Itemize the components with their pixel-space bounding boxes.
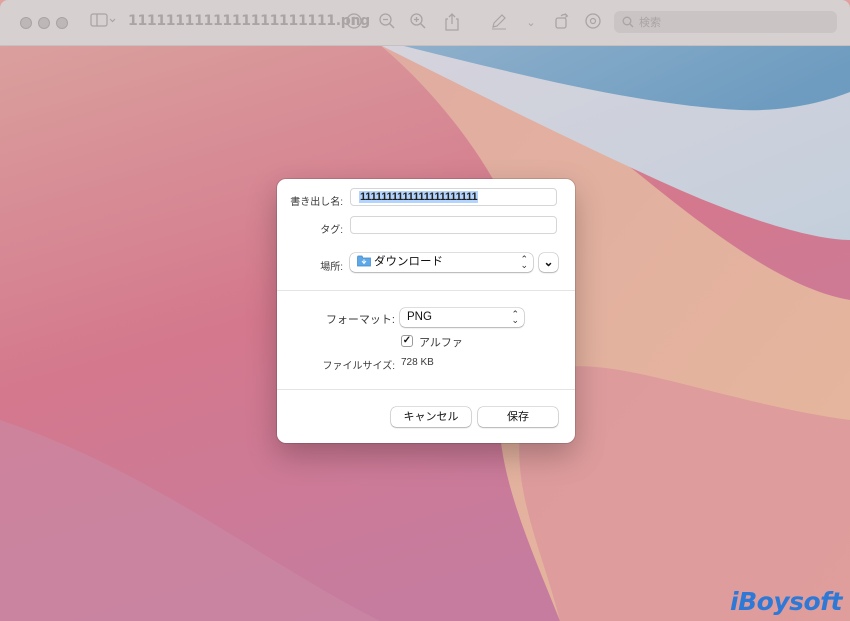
location-label: 場所: [320, 262, 343, 273]
location-value: ダウンロード [374, 256, 443, 268]
markup-dropdown-icon[interactable]: ⌄ [520, 12, 542, 34]
expand-dialog-button[interactable]: ⌄ [539, 253, 558, 272]
minimize-window-button[interactable] [38, 17, 50, 29]
zoom-in-icon[interactable] [407, 12, 429, 34]
divider-top [277, 290, 575, 291]
export-as-field[interactable]: 1111111111111111111111 [350, 188, 557, 206]
search-icon [622, 16, 634, 28]
export-dialog: 書き出し名: 1111111111111111111111 タグ: 場所: ダウ… [277, 179, 575, 443]
filesize-label: ファイルサイズ: [322, 361, 395, 372]
format-value: PNG [407, 311, 432, 323]
updown-chevron-icon: ⌃ ⌄ [511, 309, 519, 325]
preview-window: 1111111111111111111111.png ⌄ 検索 書き出し名: 1… [0, 0, 850, 621]
tags-label: タグ: [320, 225, 343, 236]
sidebar-toggle-icon[interactable] [88, 12, 118, 34]
title-bar: 1111111111111111111111.png ⌄ 検索 [0, 0, 850, 46]
export-as-label: 書き出し名: [290, 197, 343, 208]
export-as-value: 1111111111111111111111 [359, 191, 479, 203]
info-icon[interactable] [343, 12, 365, 34]
cancel-button[interactable]: キャンセル [391, 407, 471, 427]
search-placeholder: 検索 [639, 16, 661, 29]
format-popup[interactable]: PNG ⌃ ⌄ [400, 308, 524, 327]
markup-circle-icon[interactable] [582, 12, 604, 34]
location-popup[interactable]: ダウンロード ⌃ ⌄ [350, 253, 533, 272]
save-button[interactable]: 保存 [478, 407, 558, 427]
document-title: 1111111111111111111111.png [128, 13, 370, 29]
share-icon[interactable] [441, 12, 463, 34]
divider-bottom [277, 389, 575, 390]
markup-pen-icon[interactable] [488, 12, 510, 34]
chevron-down-icon: ⌄ [543, 255, 554, 269]
folder-icon [357, 255, 371, 267]
watermark-logo: iBoysoft [730, 587, 842, 616]
format-label: フォーマット: [325, 314, 395, 326]
tags-field[interactable] [350, 216, 557, 234]
zoom-window-button[interactable] [56, 17, 68, 29]
alpha-checkbox[interactable]: ✓ [401, 335, 413, 347]
filesize-value: 728 KB [401, 357, 434, 368]
close-window-button[interactable] [20, 17, 32, 29]
alpha-label: アルファ [419, 337, 463, 349]
rotate-icon[interactable] [550, 12, 572, 34]
zoom-out-icon[interactable] [376, 12, 398, 34]
search-input[interactable]: 検索 [614, 11, 837, 33]
updown-chevron-icon: ⌃ ⌄ [520, 254, 528, 270]
